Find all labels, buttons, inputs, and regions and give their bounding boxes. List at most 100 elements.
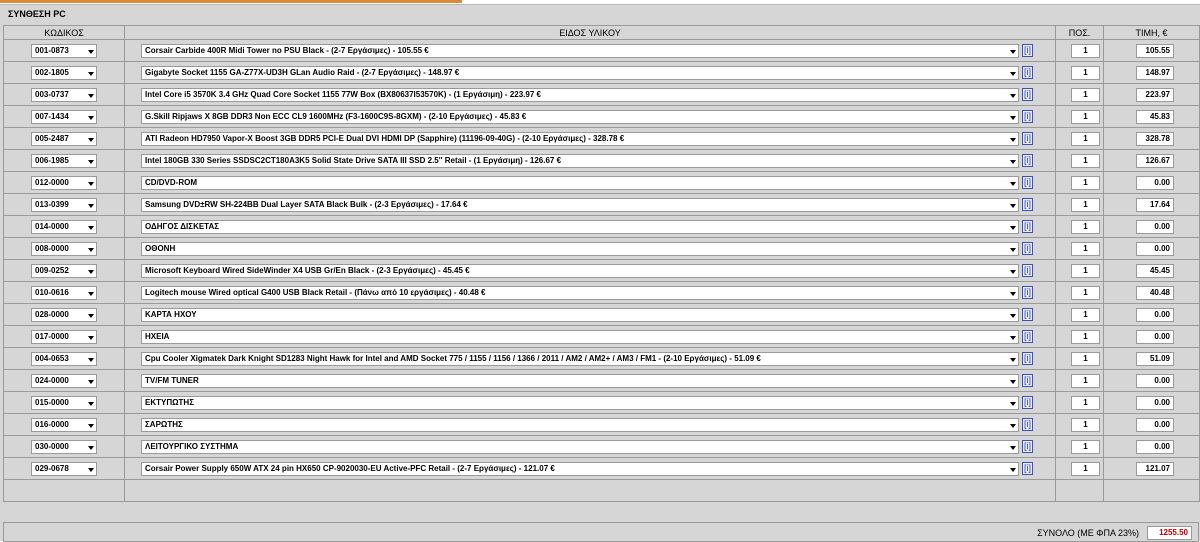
item-select[interactable]: Samsung DVD±RW SH-224BB Dual Layer SATA … — [141, 197, 1019, 212]
info-icon[interactable]: [i] — [1022, 396, 1033, 409]
quantity-input[interactable]: 1 — [1071, 43, 1100, 58]
quantity-input[interactable]: 1 — [1071, 329, 1100, 344]
quantity-input[interactable]: 1 — [1071, 87, 1100, 102]
quantity-input[interactable]: 1 — [1071, 285, 1100, 300]
chevron-down-icon — [88, 291, 94, 296]
quantity-input[interactable]: 1 — [1071, 219, 1100, 234]
quantity-input[interactable]: 1 — [1071, 197, 1100, 212]
item-select[interactable]: Intel 180GB 330 Series SSDSC2CT180A3K5 S… — [141, 153, 1019, 168]
item-select[interactable]: Microsoft Keyboard Wired SideWinder X4 U… — [141, 263, 1019, 278]
item-wrap: G.Skill Ripjaws X 8GB DDR3 Non ECC CL9 1… — [125, 109, 1055, 124]
code-select[interactable]: 005-2487 — [31, 131, 97, 146]
quantity-input[interactable]: 1 — [1071, 241, 1100, 256]
info-icon[interactable]: [i] — [1022, 88, 1033, 101]
item-cell: ΣΑΡΩΤΗΣ [i] — [124, 413, 1056, 436]
quantity-input[interactable]: 1 — [1071, 417, 1100, 432]
info-icon[interactable]: [i] — [1022, 220, 1033, 233]
table-row: 003-0737 Intel Core i5 3570K 3.4 GHz Quad… — [3, 83, 1200, 106]
item-select[interactable]: ATI Radeon HD7950 Vapor-X Boost 3GB DDR5… — [141, 131, 1019, 146]
code-select[interactable]: 017-0000 — [31, 329, 97, 344]
item-select[interactable]: ΗΧΕΙΑ — [141, 329, 1019, 344]
table-row: 005-2487 ATI Radeon HD7950 Vapor-X Boost … — [3, 127, 1200, 150]
table-row: 024-0000 TV/FM TUNER [i] 1 0.00 — [3, 369, 1200, 392]
code-select[interactable]: 014-0000 — [31, 219, 97, 234]
info-icon[interactable]: [i] — [1022, 198, 1033, 211]
code-select[interactable]: 016-0000 — [31, 417, 97, 432]
item-select[interactable]: CD/DVD-ROM — [141, 175, 1019, 190]
code-select[interactable]: 002-1805 — [31, 65, 97, 80]
item-select[interactable]: ΟΘΟΝΗ — [141, 241, 1019, 256]
item-select[interactable]: G.Skill Ripjaws X 8GB DDR3 Non ECC CL9 1… — [141, 109, 1019, 124]
item-select[interactable]: ΣΑΡΩΤΗΣ — [141, 417, 1019, 432]
info-icon[interactable]: [i] — [1022, 44, 1033, 57]
item-select[interactable]: TV/FM TUNER — [141, 373, 1019, 388]
price-cell: 0.00 — [1103, 171, 1200, 194]
code-value: 004-0653 — [35, 353, 69, 363]
quantity-input[interactable]: 1 — [1071, 65, 1100, 80]
item-value: ΟΘΟΝΗ — [145, 243, 176, 253]
code-select[interactable]: 004-0653 — [31, 351, 97, 366]
quantity-input[interactable]: 1 — [1071, 263, 1100, 278]
total-bar: ΣΥΝΟΛΟ (ΜΕ ΦΠΑ 23%) 1255.50 — [3, 522, 1199, 542]
quantity-input[interactable]: 1 — [1071, 373, 1100, 388]
qty-cell: 1 — [1055, 413, 1104, 436]
code-value: 012-0000 — [35, 177, 69, 187]
code-select[interactable]: 010-0616 — [31, 285, 97, 300]
item-select[interactable]: Cpu Cooler Xigmatek Dark Knight SD1283 N… — [141, 351, 1019, 366]
info-icon[interactable]: [i] — [1022, 352, 1033, 365]
info-icon[interactable]: [i] — [1022, 264, 1033, 277]
info-icon[interactable]: [i] — [1022, 132, 1033, 145]
info-icon[interactable]: [i] — [1022, 176, 1033, 189]
info-icon[interactable]: [i] — [1022, 308, 1033, 321]
code-select[interactable]: 008-0000 — [31, 241, 97, 256]
code-select[interactable]: 028-0000 — [31, 307, 97, 322]
price-cell: 0.00 — [1103, 215, 1200, 238]
info-icon[interactable]: [i] — [1022, 440, 1033, 453]
price-field: 148.97 — [1136, 65, 1174, 80]
info-icon[interactable]: [i] — [1022, 110, 1033, 123]
item-select[interactable]: Corsair Power Supply 650W ATX 24 pin HX6… — [141, 461, 1019, 476]
info-icon[interactable]: [i] — [1022, 66, 1033, 79]
price-field: 40.48 — [1136, 285, 1174, 300]
item-select[interactable]: ΟΔΗΓΟΣ ΔΙΣΚΕΤΑΣ — [141, 219, 1019, 234]
code-value: 009-0252 — [35, 265, 69, 275]
chevron-down-icon — [88, 49, 94, 54]
info-icon[interactable]: [i] — [1022, 330, 1033, 343]
total-value: 1255.50 — [1147, 526, 1192, 540]
quantity-input[interactable]: 1 — [1071, 153, 1100, 168]
quantity-input[interactable]: 1 — [1071, 461, 1100, 476]
code-select[interactable]: 030-0000 — [31, 439, 97, 454]
info-icon[interactable]: [i] — [1022, 374, 1033, 387]
code-select[interactable]: 001-0873 — [31, 43, 97, 58]
code-select[interactable]: 003-0737 — [31, 87, 97, 102]
item-select[interactable]: ΚΑΡΤΑ ΗΧΟΥ — [141, 307, 1019, 322]
quantity-input[interactable]: 1 — [1071, 351, 1100, 366]
item-select[interactable]: Logitech mouse Wired optical G400 USB Bl… — [141, 285, 1019, 300]
info-icon[interactable]: [i] — [1022, 154, 1033, 167]
quantity-input[interactable]: 1 — [1071, 395, 1100, 410]
quantity-input[interactable]: 1 — [1071, 109, 1100, 124]
quantity-input[interactable]: 1 — [1071, 131, 1100, 146]
qty-cell: 1 — [1055, 435, 1104, 458]
quantity-input[interactable]: 1 — [1071, 307, 1100, 322]
code-select[interactable]: 029-0678 — [31, 461, 97, 476]
info-icon[interactable]: [i] — [1022, 286, 1033, 299]
quantity-input[interactable]: 1 — [1071, 175, 1100, 190]
item-select[interactable]: Gigabyte Socket 1155 GA-Z77X-UD3H GLan A… — [141, 65, 1019, 80]
info-icon[interactable]: [i] — [1022, 242, 1033, 255]
code-select[interactable]: 013-0399 — [31, 197, 97, 212]
item-select[interactable]: Corsair Carbide 400R Midi Tower no PSU B… — [141, 43, 1019, 58]
code-select[interactable]: 009-0252 — [31, 263, 97, 278]
info-icon[interactable]: [i] — [1022, 418, 1033, 431]
code-select[interactable]: 015-0000 — [31, 395, 97, 410]
item-value: Gigabyte Socket 1155 GA-Z77X-UD3H GLan A… — [145, 67, 460, 77]
info-icon[interactable]: [i] — [1022, 462, 1033, 475]
item-select[interactable]: ΛΕΙΤΟΥΡΓΙΚΟ ΣΥΣΤΗΜΑ — [141, 439, 1019, 454]
quantity-input[interactable]: 1 — [1071, 439, 1100, 454]
item-select[interactable]: ΕΚΤΥΠΩΤΗΣ — [141, 395, 1019, 410]
code-select[interactable]: 024-0000 — [31, 373, 97, 388]
code-select[interactable]: 012-0000 — [31, 175, 97, 190]
code-select[interactable]: 006-1985 — [31, 153, 97, 168]
code-select[interactable]: 007-1434 — [31, 109, 97, 124]
item-select[interactable]: Intel Core i5 3570K 3.4 GHz Quad Core So… — [141, 87, 1019, 102]
